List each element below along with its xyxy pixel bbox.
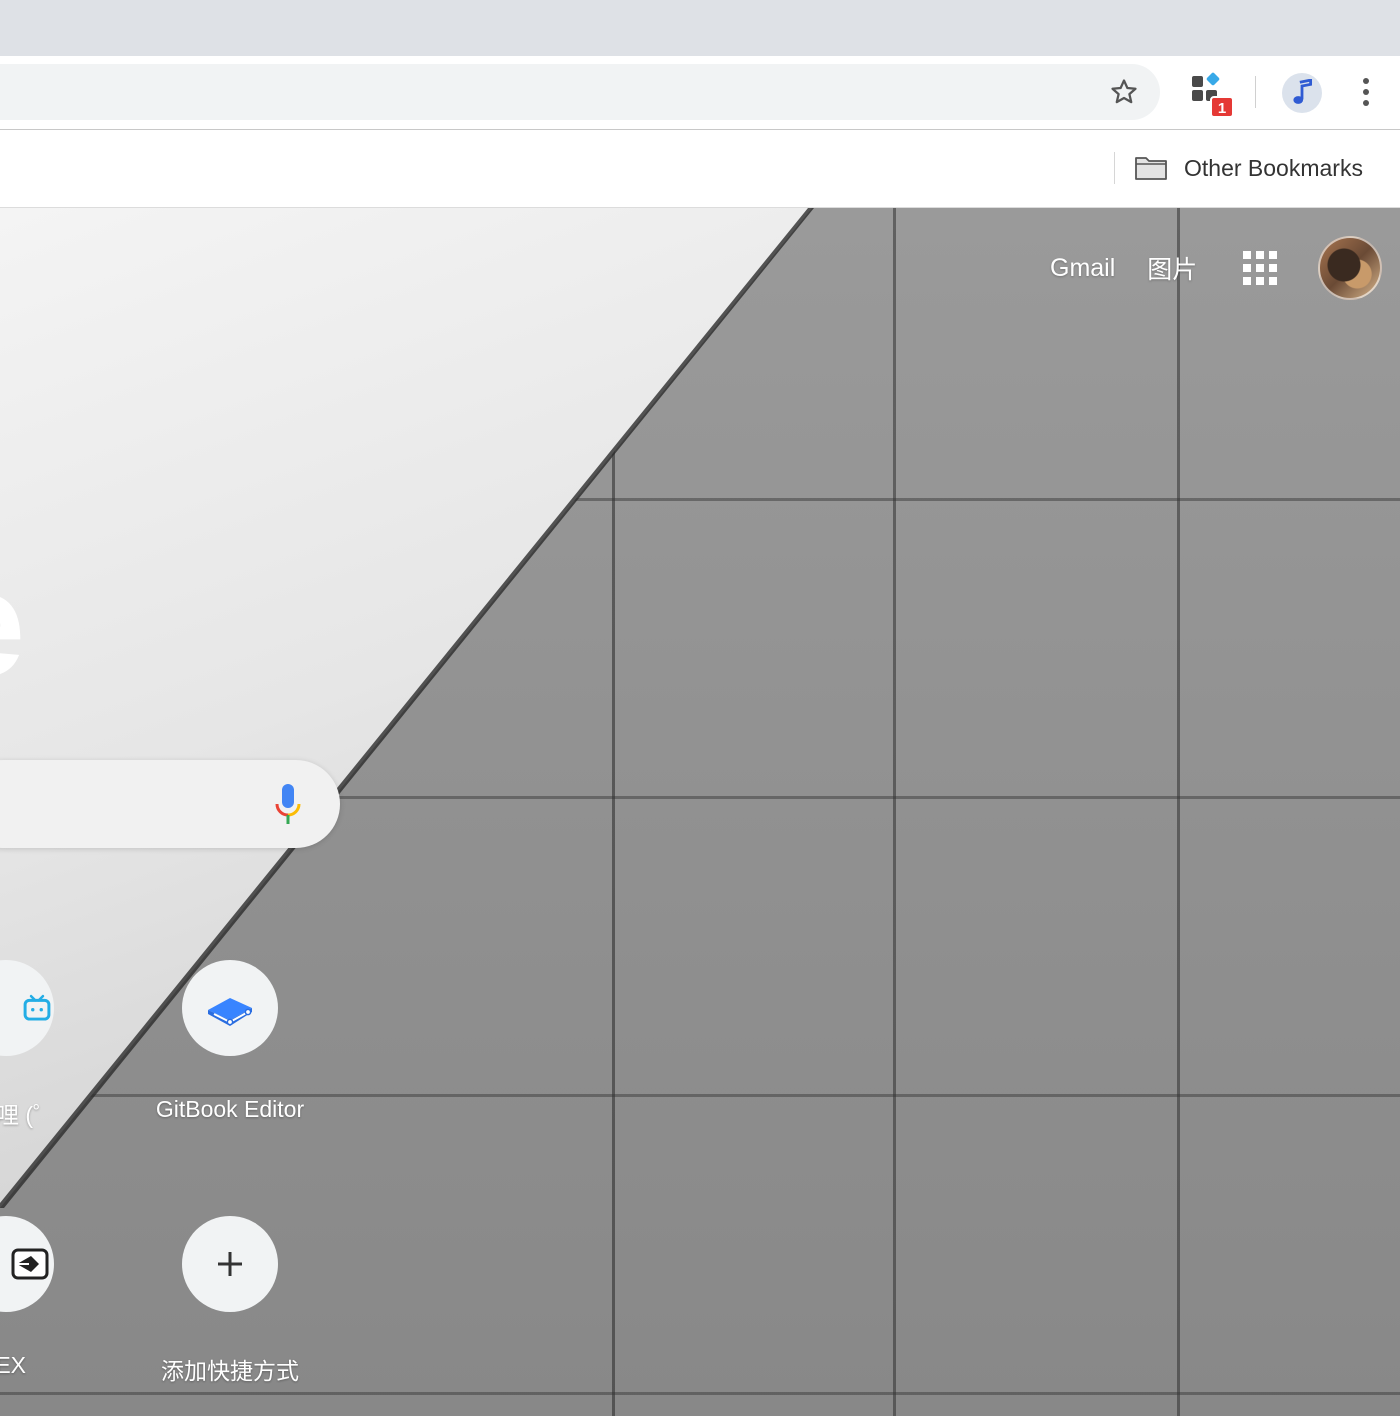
shortcut-label: 哔哩 (゜ bbox=[0, 1102, 56, 1128]
browser-title-bar bbox=[0, 0, 1400, 56]
bookmark-star-icon[interactable] bbox=[1104, 72, 1144, 112]
other-bookmarks-label: Other Bookmarks bbox=[1184, 154, 1363, 181]
google-logo: e bbox=[0, 548, 25, 698]
extension-badge: 1 bbox=[1210, 96, 1234, 118]
bookmarks-bar: Other Bookmarks bbox=[0, 130, 1400, 208]
browser-toolbar: 1 bbox=[0, 56, 1400, 130]
folder-icon bbox=[1135, 157, 1167, 180]
microphone-icon[interactable] bbox=[272, 782, 304, 826]
shortcut-tile-gitbook[interactable]: GitBook Editor bbox=[140, 960, 320, 1122]
new-tab-page: Gmail 图片 e 哔哩 (゜ bbox=[0, 208, 1400, 1416]
chrome-menu-icon[interactable] bbox=[1350, 72, 1382, 112]
images-link[interactable]: 图片 bbox=[1147, 250, 1197, 286]
toolbar-divider bbox=[1255, 76, 1256, 108]
extension-button[interactable]: 1 bbox=[1186, 72, 1238, 122]
shortcut-icon-circle bbox=[0, 960, 54, 1056]
bilibili-tv-icon bbox=[23, 994, 51, 1021]
gitbook-icon bbox=[208, 998, 252, 1026]
music-note-icon bbox=[1293, 79, 1313, 104]
shortcut-icon-circle bbox=[0, 1216, 54, 1312]
shortcut-tile-bilibili[interactable]: 哔哩 (゜ bbox=[0, 960, 96, 1128]
ntp-top-links: Gmail 图片 bbox=[1050, 248, 1229, 288]
shortcut-label: EX bbox=[0, 1352, 26, 1378]
shortcut-icon-circle bbox=[182, 960, 278, 1056]
gmail-link[interactable]: Gmail bbox=[1050, 254, 1115, 283]
profile-button[interactable] bbox=[1282, 73, 1322, 113]
bookmarks-divider bbox=[1114, 152, 1115, 184]
add-shortcut-tile[interactable]: 添加快捷方式 bbox=[140, 1216, 320, 1384]
search-box[interactable] bbox=[0, 760, 340, 848]
shortcut-icon-circle bbox=[182, 1216, 278, 1312]
other-bookmarks-button[interactable]: Other Bookmarks bbox=[1134, 148, 1363, 188]
shortcut-label: 添加快捷方式 bbox=[161, 1358, 299, 1384]
shortcut-tile-ex[interactable]: EX bbox=[0, 1216, 96, 1378]
address-bar[interactable] bbox=[0, 64, 1160, 120]
plus-icon bbox=[218, 1252, 242, 1276]
account-avatar[interactable] bbox=[1318, 236, 1382, 300]
shortcut-label: GitBook Editor bbox=[155, 1096, 305, 1122]
pen-nib-icon bbox=[11, 1248, 49, 1280]
google-apps-icon[interactable] bbox=[1243, 251, 1277, 285]
